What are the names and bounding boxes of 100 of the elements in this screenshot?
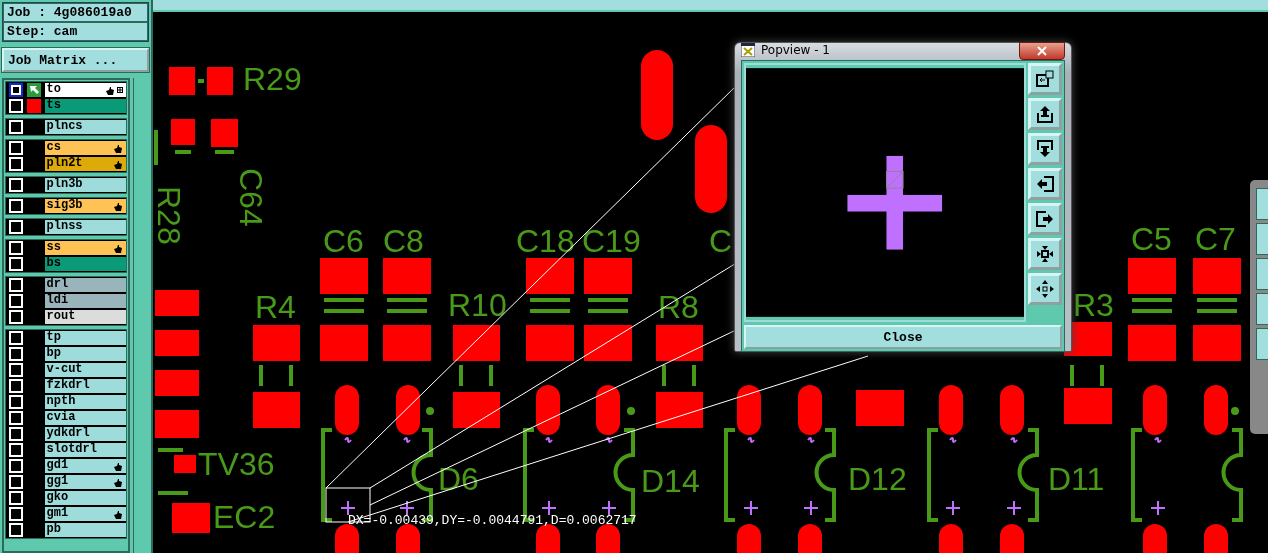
layer-name[interactable]: ldi [44,294,126,308]
silkscreen-line [459,365,463,386]
layer-name[interactable]: ss [44,241,126,255]
pad [171,119,195,145]
tilde-mark [605,437,613,443]
silkscreen-line [489,365,493,386]
layer-name[interactable]: npth [44,395,126,409]
silkscreen-line [154,130,158,165]
pad [207,67,233,95]
window-icon [1035,69,1055,89]
layer-name[interactable]: gko [44,491,126,505]
pad [656,392,703,428]
silkscreen-line [1070,365,1074,386]
arrow-icon [26,83,41,97]
pad [526,325,574,361]
view-tool-button[interactable] [1028,238,1062,270]
polarity-dot [627,407,635,415]
layer-checkbox[interactable] [9,83,23,97]
silkscreen-line [1132,298,1172,302]
pad [155,410,199,438]
pad [335,524,359,553]
layer-name[interactable]: pln2t [44,157,126,171]
pad [939,385,963,435]
silkscreen-line [158,448,183,452]
layer-name[interactable]: gm1 [44,507,126,521]
layer-name[interactable]: tp [44,331,126,345]
layer-name[interactable]: rout [44,310,126,324]
layer-color-swatch[interactable] [26,99,41,113]
layer-name[interactable]: sig3b [44,199,126,213]
view-tool-button[interactable] [1028,168,1062,200]
silkscreen-line [158,491,188,495]
pad [798,385,822,435]
pad [1064,388,1112,424]
pad [383,258,431,294]
layer-name[interactable]: v-cut [44,363,126,377]
layer-name[interactable]: pb [44,523,126,537]
layer-name[interactable]: fzkdrl [44,379,126,393]
grid-icon [117,87,123,93]
component-label: R28 [153,186,187,245]
component-label: C5 [1131,221,1172,257]
right-arrow-icon [1035,209,1055,229]
pad [526,258,574,294]
close-button[interactable]: Close [744,325,1062,349]
layer-name[interactable]: cs [44,141,126,155]
layer-name[interactable]: ts [44,99,126,113]
down-arrow-icon [1035,139,1055,159]
layer-name[interactable]: cvia [44,411,126,425]
view-tool-button[interactable] [1028,133,1062,165]
view-tool-button[interactable] [1028,63,1062,95]
shrink-icon [1035,244,1055,264]
component-label: D14 [641,463,700,499]
silkscreen-line [215,150,234,154]
silkscreen-line [387,298,427,302]
silkscreen-line [175,150,191,154]
component-label: C7 [1195,221,1236,257]
layer-name[interactable]: ydkdrl [44,427,126,441]
pad [1204,524,1228,553]
layer-name[interactable]: gg1 [44,475,126,489]
layer-name[interactable]: pln3b [44,178,126,192]
view-tool-button[interactable] [1028,98,1062,130]
component-label: C [709,223,733,259]
silkscreen-line [1197,309,1237,313]
polarity-dot [1231,407,1239,415]
component-label: D11 [1048,461,1105,497]
layer-name[interactable]: slotdrl [44,443,126,457]
window-title: Popview - 1 [761,43,830,57]
layer-name[interactable]: bp [44,347,126,361]
layer-name[interactable]: gd1 [44,459,126,473]
pad [1193,258,1241,294]
component-label: C18 [516,223,575,259]
pad [584,325,632,361]
measurement-readout: DX=-0.00439,DY=-0.0044791,D=0.0062717 [348,513,637,528]
layer-name[interactable]: to [44,83,126,97]
silkscreen-line [1132,309,1172,313]
plus-mark [1150,500,1166,516]
layer-name[interactable]: plncs [44,120,126,134]
plus-mark [1006,500,1022,516]
view-tool-button[interactable] [1028,203,1062,235]
layer-name[interactable]: bs [44,257,126,271]
layer-name[interactable]: drl [44,278,126,292]
component-label: C19 [582,223,641,259]
pad [1000,524,1024,553]
move-icon [1035,279,1055,299]
pad [536,524,560,553]
pad [596,385,620,435]
pad [939,524,963,553]
tilde-mark [807,437,815,443]
close-button[interactable] [1019,42,1065,60]
job-matrix-button[interactable]: Job Matrix ... [2,48,149,72]
pad [1143,524,1167,553]
job-name: Job : 4g086019a0 [3,3,148,22]
polarity-dot [426,407,434,415]
pad [383,325,431,361]
view-tool-button[interactable] [1028,273,1062,305]
layer-name[interactable]: plnss [44,220,126,234]
tilde-mark [747,437,755,443]
pad [253,325,300,361]
pad [169,67,195,95]
pad [211,119,238,147]
component-label: C8 [383,223,424,259]
